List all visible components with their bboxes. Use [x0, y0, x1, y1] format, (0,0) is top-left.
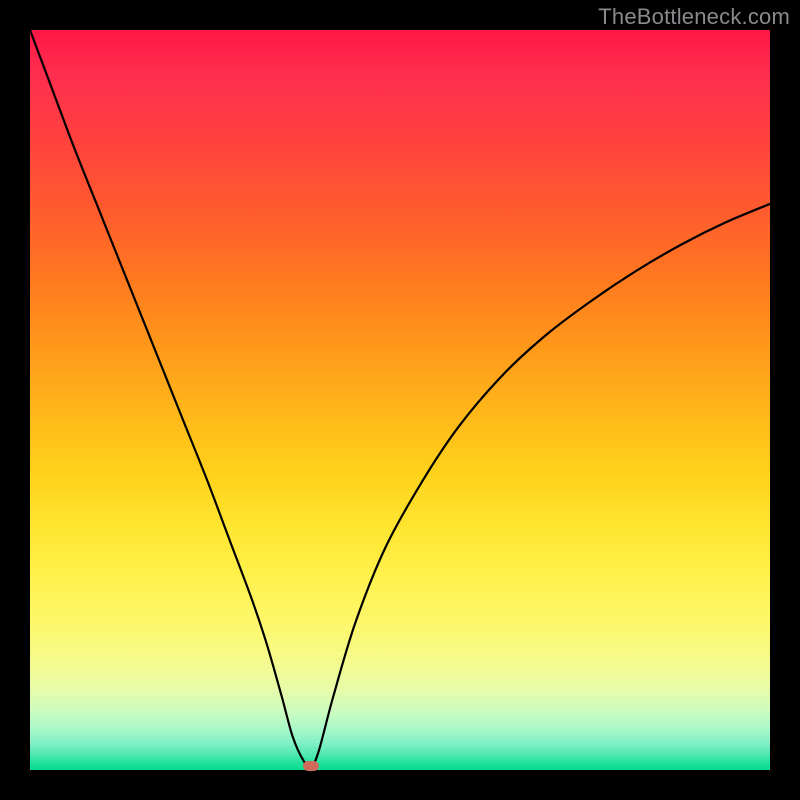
curve-svg: [30, 30, 770, 770]
chart-frame: TheBottleneck.com: [0, 0, 800, 800]
optimum-marker: [303, 761, 319, 771]
bottleneck-curve: [30, 30, 770, 767]
watermark-text: TheBottleneck.com: [598, 4, 790, 30]
plot-area: [30, 30, 770, 770]
